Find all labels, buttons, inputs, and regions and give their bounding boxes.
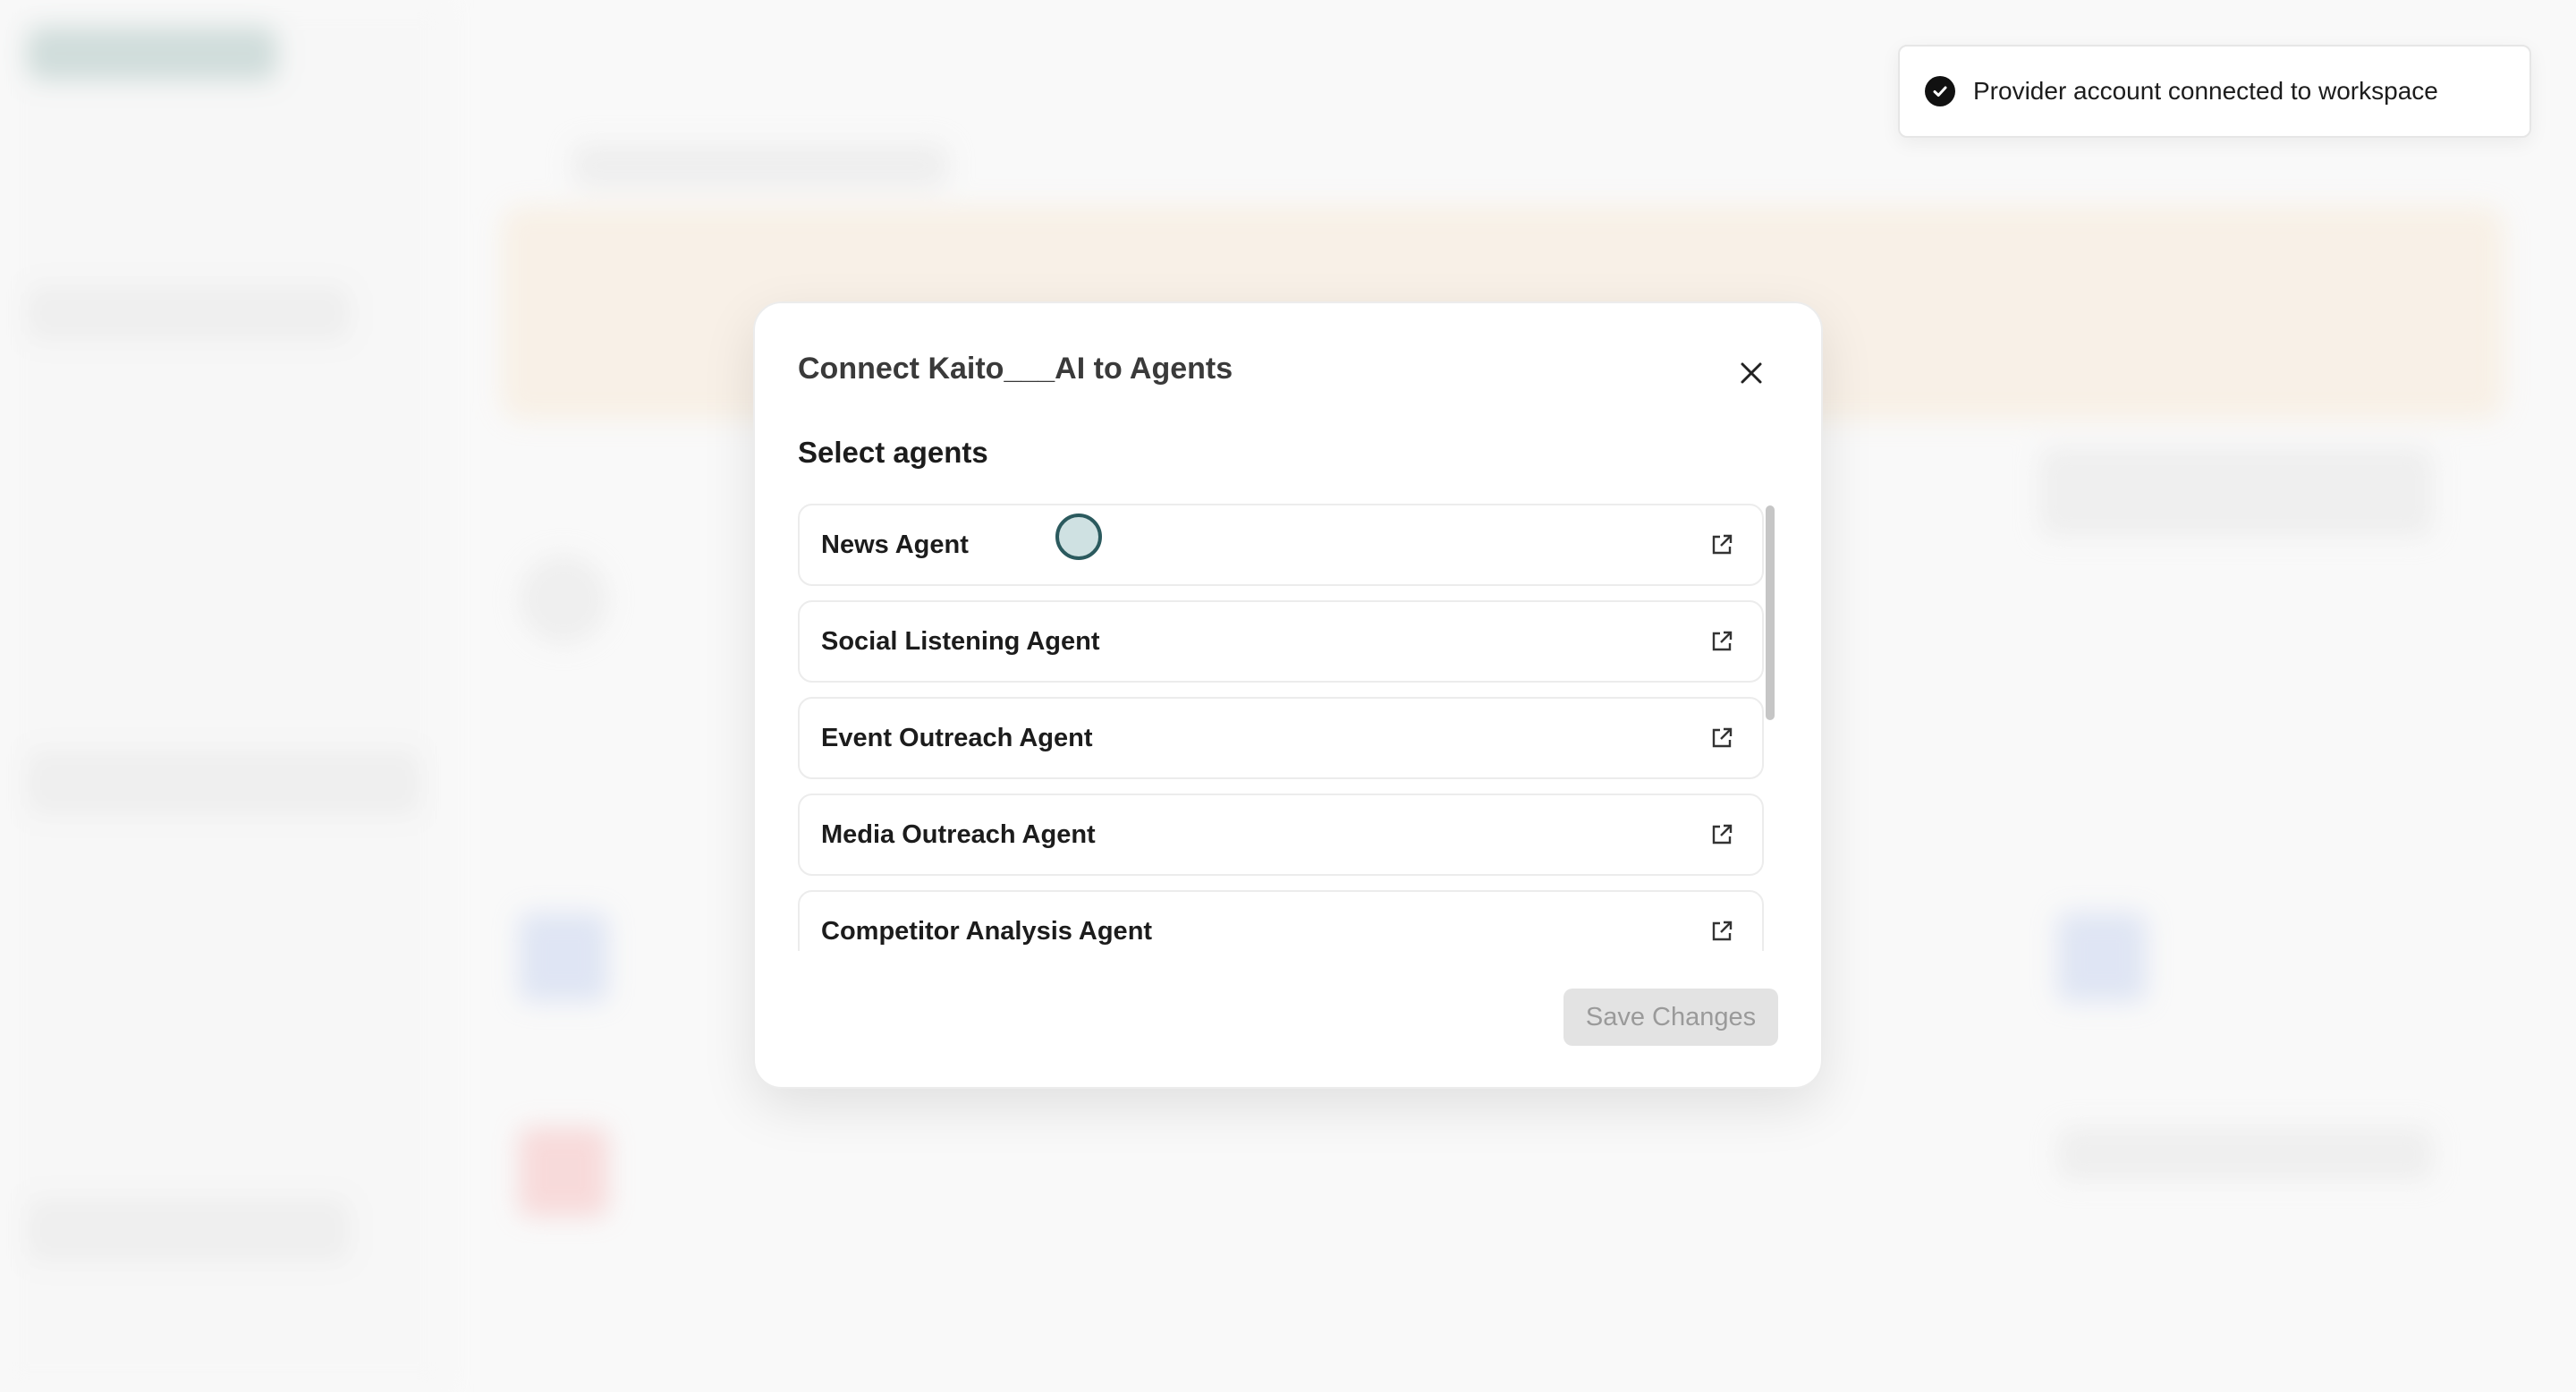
close-icon: [1741, 362, 1762, 384]
check-circle-icon: [1925, 76, 1955, 106]
toast-message: Provider account connected to workspace: [1973, 77, 2438, 105]
cursor-indicator: [1055, 514, 1102, 560]
external-link-icon[interactable]: [1707, 626, 1737, 657]
agent-row-social-listening[interactable]: Social Listening Agent: [798, 600, 1764, 683]
agent-list-scrollbar[interactable]: [1766, 504, 1775, 951]
dialog-title: Connect Kaito___AI to Agents: [798, 352, 1233, 386]
close-button[interactable]: [1730, 352, 1773, 395]
agent-row-event-outreach[interactable]: Event Outreach Agent: [798, 697, 1764, 779]
select-agents-label: Select agents: [798, 436, 988, 469]
agent-row-competitor-analysis[interactable]: Competitor Analysis Agent: [798, 890, 1764, 951]
save-changes-button[interactable]: Save Changes: [1563, 989, 1778, 1046]
agent-name: Competitor Analysis Agent: [821, 916, 1153, 946]
external-link-icon[interactable]: [1707, 723, 1737, 753]
agent-row-media-outreach[interactable]: Media Outreach Agent: [798, 794, 1764, 876]
agent-name: Media Outreach Agent: [821, 819, 1096, 849]
external-link-icon[interactable]: [1707, 916, 1737, 946]
scrollbar-thumb[interactable]: [1766, 505, 1775, 720]
external-link-icon[interactable]: [1707, 530, 1737, 560]
agent-row-news[interactable]: News Agent: [798, 504, 1764, 586]
toast-notification: Provider account connected to workspace: [1898, 45, 2531, 138]
external-link-icon[interactable]: [1707, 819, 1737, 850]
agent-list[interactable]: News Agent Social Listening Agent Event …: [798, 504, 1782, 951]
agent-name: Event Outreach Agent: [821, 723, 1093, 752]
agent-name: News Agent: [821, 530, 969, 559]
agent-name: Social Listening Agent: [821, 626, 1100, 656]
connect-agents-dialog: Connect Kaito___AI to Agents Select agen…: [753, 301, 1823, 1089]
